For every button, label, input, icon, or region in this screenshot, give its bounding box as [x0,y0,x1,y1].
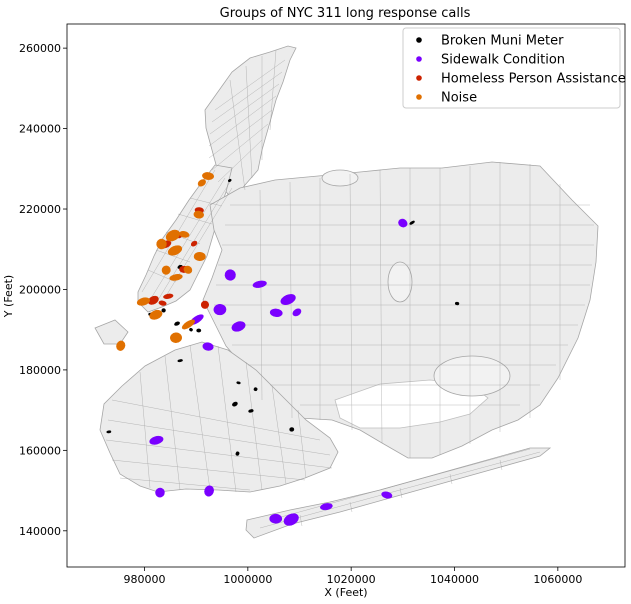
legend-label: Noise [441,91,477,106]
legend-label: Sidewalk Condition [441,53,565,68]
park-flushing [387,261,413,303]
legend-marker [416,37,422,43]
x-tick-label: 1000000 [223,573,272,586]
legend-marker [416,94,422,100]
legend-label: Homeless Person Assistance [441,72,626,87]
cluster-broken-muni-meter [196,328,202,333]
y-axis: 140000 160000 180000 200000 220000 240000 2600… [19,42,67,538]
airport-jfk [433,355,511,397]
cluster-sidewalk-condition [269,513,283,524]
y-tick-label: 160000 [19,444,61,457]
chart-title: Groups of NYC 311 long response calls [220,6,471,21]
y-tick-label: 220000 [19,203,61,216]
map-figure: Groups of NYC 311 long response calls 98… [2,6,626,599]
legend: Broken Muni Meter Sidewalk Condition Homel… [402,27,626,109]
x-axis-label: X (Feet) [324,586,367,599]
legend-marker [416,56,422,62]
x-tick-label: 980000 [124,573,166,586]
x-tick-label: 1040000 [430,573,479,586]
legend-label: Broken Muni Meter [441,34,564,49]
y-tick-label: 200000 [19,283,61,296]
y-tick-label: 180000 [19,364,61,377]
y-tick-label: 240000 [19,123,61,136]
x-tick-label: 1020000 [327,573,376,586]
y-axis-label: Y (Feet) [2,275,15,318]
x-axis: 980000 1000000 1020000 1040000 1060000 [124,567,582,586]
cluster-noise [193,251,206,262]
y-tick-label: 260000 [19,42,61,55]
legend-marker [416,75,422,81]
x-tick-label: 1060000 [533,573,582,586]
cluster-broken-muni-meter [454,301,460,306]
cluster-broken-muni-meter [289,427,295,432]
y-tick-label: 140000 [19,525,61,538]
airport-laguardia [321,169,359,187]
